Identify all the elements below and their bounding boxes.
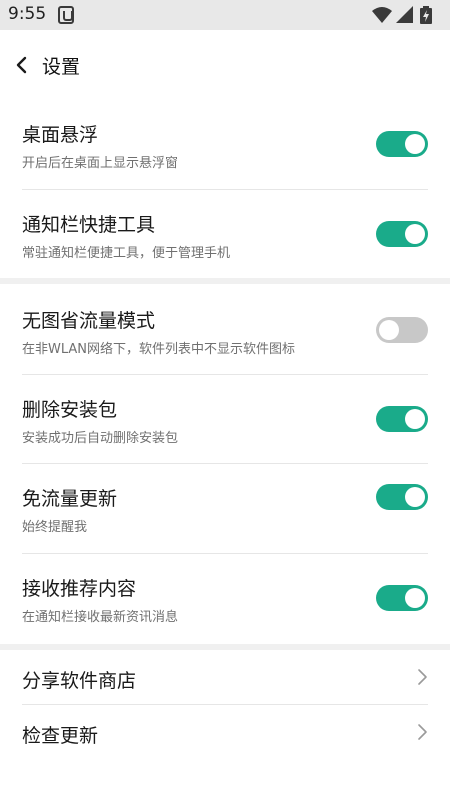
setting-row-recommendations[interactable]: 接收推荐内容 在通知栏接收最新资讯消息	[0, 554, 450, 644]
battery-charging-icon	[420, 6, 432, 24]
back-button[interactable]	[10, 50, 36, 80]
free-update-toggle[interactable]	[376, 484, 428, 510]
setting-subtitle: 始终提醒我	[22, 520, 88, 535]
chevron-right-icon	[418, 669, 427, 685]
setting-row-no-image-mode[interactable]: 无图省流量模式 在非WLAN网络下，软件列表中不显示软件图标	[0, 284, 450, 374]
setting-row-notification-tools[interactable]: 通知栏快捷工具 常驻通知栏便捷工具，便于管理手机	[0, 190, 450, 278]
setting-subtitle: 开启后在桌面上显示悬浮窗	[22, 156, 179, 171]
delete-package-toggle[interactable]	[376, 406, 428, 432]
page-title: 设置	[42, 56, 81, 78]
desktop-float-toggle[interactable]	[376, 131, 428, 157]
toggle-knob	[405, 588, 425, 608]
setting-title: 通知栏快捷工具	[22, 214, 156, 236]
notification-tools-toggle[interactable]	[376, 221, 428, 247]
check-update-row[interactable]: 检查更新	[0, 705, 450, 761]
no-image-mode-toggle[interactable]	[376, 317, 428, 343]
link-label: 检查更新	[22, 725, 99, 747]
setting-row-delete-package[interactable]: 删除安装包 安装成功后自动删除安装包	[0, 375, 450, 463]
status-bar: 9:55	[0, 0, 450, 30]
header: 设置	[0, 30, 450, 102]
setting-row-desktop-float[interactable]: 桌面悬浮 开启后在桌面上显示悬浮窗	[0, 102, 450, 190]
setting-title: 删除安装包	[22, 399, 118, 421]
wifi-icon	[372, 7, 392, 23]
signal-icon	[396, 6, 413, 23]
link-label: 分享软件商店	[22, 670, 137, 692]
app-notification-icon	[58, 6, 74, 24]
setting-title: 接收推荐内容	[22, 578, 137, 600]
chevron-right-icon	[418, 724, 427, 740]
status-time: 9:55	[8, 4, 47, 24]
setting-subtitle: 在非WLAN网络下，软件列表中不显示软件图标	[22, 342, 296, 357]
toggle-knob	[405, 224, 425, 244]
setting-subtitle: 在通知栏接收最新资讯消息	[22, 610, 179, 625]
setting-subtitle: 安装成功后自动删除安装包	[22, 431, 179, 446]
toggle-knob	[405, 134, 425, 154]
chevron-left-icon	[16, 56, 27, 74]
setting-row-free-update[interactable]: 免流量更新 始终提醒我	[0, 464, 450, 553]
toggle-knob	[379, 320, 399, 340]
recommendations-toggle[interactable]	[376, 585, 428, 611]
status-icons	[372, 6, 442, 24]
toggle-knob	[405, 487, 425, 507]
setting-title: 桌面悬浮	[22, 124, 99, 146]
setting-subtitle: 常驻通知栏便捷工具，便于管理手机	[22, 246, 231, 261]
setting-title: 免流量更新	[22, 488, 118, 510]
toggle-knob	[405, 409, 425, 429]
share-store-row[interactable]: 分享软件商店	[0, 650, 450, 704]
setting-title: 无图省流量模式	[22, 310, 156, 332]
